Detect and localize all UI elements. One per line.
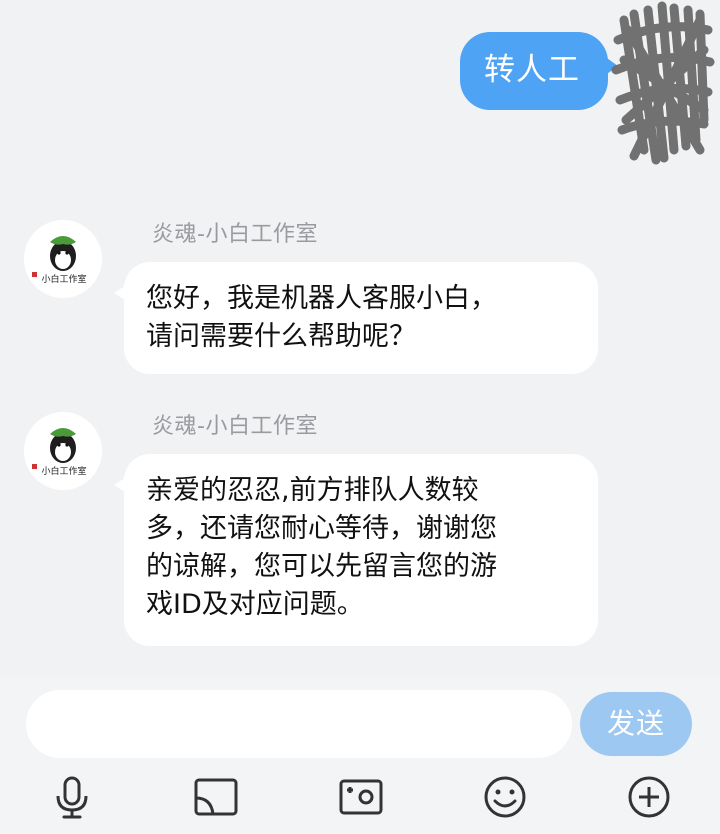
input-bar: 发送 xyxy=(0,676,720,834)
photo-icon[interactable] xyxy=(336,772,386,822)
bot-avatar[interactable]: 小白工作室 xyxy=(24,220,102,298)
self-avatar-redacted[interactable] xyxy=(604,0,716,170)
outgoing-bubble[interactable]: 转人工 xyxy=(460,32,618,110)
message-bubble[interactable]: 亲爱的忍忍,前方排队人数较 多，还请您耐心等待，谢谢您 的谅解，您可以先留言您的… xyxy=(114,454,598,646)
scribble-redaction xyxy=(611,1,715,165)
outgoing-text: 转人工 xyxy=(484,52,580,88)
send-button[interactable]: 发送 xyxy=(580,692,692,756)
avatar-label: 小白工作室 xyxy=(41,465,86,477)
message-line: 的谅解，您可以先留言您的游 xyxy=(146,551,497,582)
message-bubble[interactable]: 您好，我是机器人客服小白， 请问需要什么帮助呢？ xyxy=(114,262,598,374)
sender-name: 炎魂-小白工作室 xyxy=(152,414,318,439)
sender-name: 炎魂-小白工作室 xyxy=(152,222,318,247)
bubble-tail xyxy=(114,476,128,494)
message-line: 请问需要什么帮助呢？ xyxy=(146,321,416,352)
bot-avatar[interactable]: 小白工作室 xyxy=(24,412,102,490)
message-line: 您好，我是机器人客服小白， xyxy=(146,283,497,314)
message-line: 戏ID及对应问题。 xyxy=(146,589,364,620)
outgoing-message: 转人工 xyxy=(460,32,618,110)
plus-icon[interactable] xyxy=(624,772,674,822)
input-toolbar xyxy=(0,772,720,822)
emoji-icon[interactable] xyxy=(480,772,530,822)
screen-cast-icon[interactable] xyxy=(191,772,241,822)
chat-area: 转人工 小白工作室 炎魂-小白工作室 您好，我是机器人客服小白， 请问需要什么帮… xyxy=(0,0,720,676)
message-line: 亲爱的忍忍,前方排队人数较 xyxy=(146,475,479,506)
bubble-tail xyxy=(114,284,128,302)
message-line: 多，还请您耐心等待，谢谢您 xyxy=(146,513,497,544)
penguin-logo-icon: 小白工作室 xyxy=(24,412,102,490)
penguin-logo-icon: 小白工作室 xyxy=(24,220,102,298)
microphone-icon[interactable] xyxy=(47,772,97,822)
avatar-label: 小白工作室 xyxy=(41,273,86,285)
message-input[interactable] xyxy=(26,690,572,758)
